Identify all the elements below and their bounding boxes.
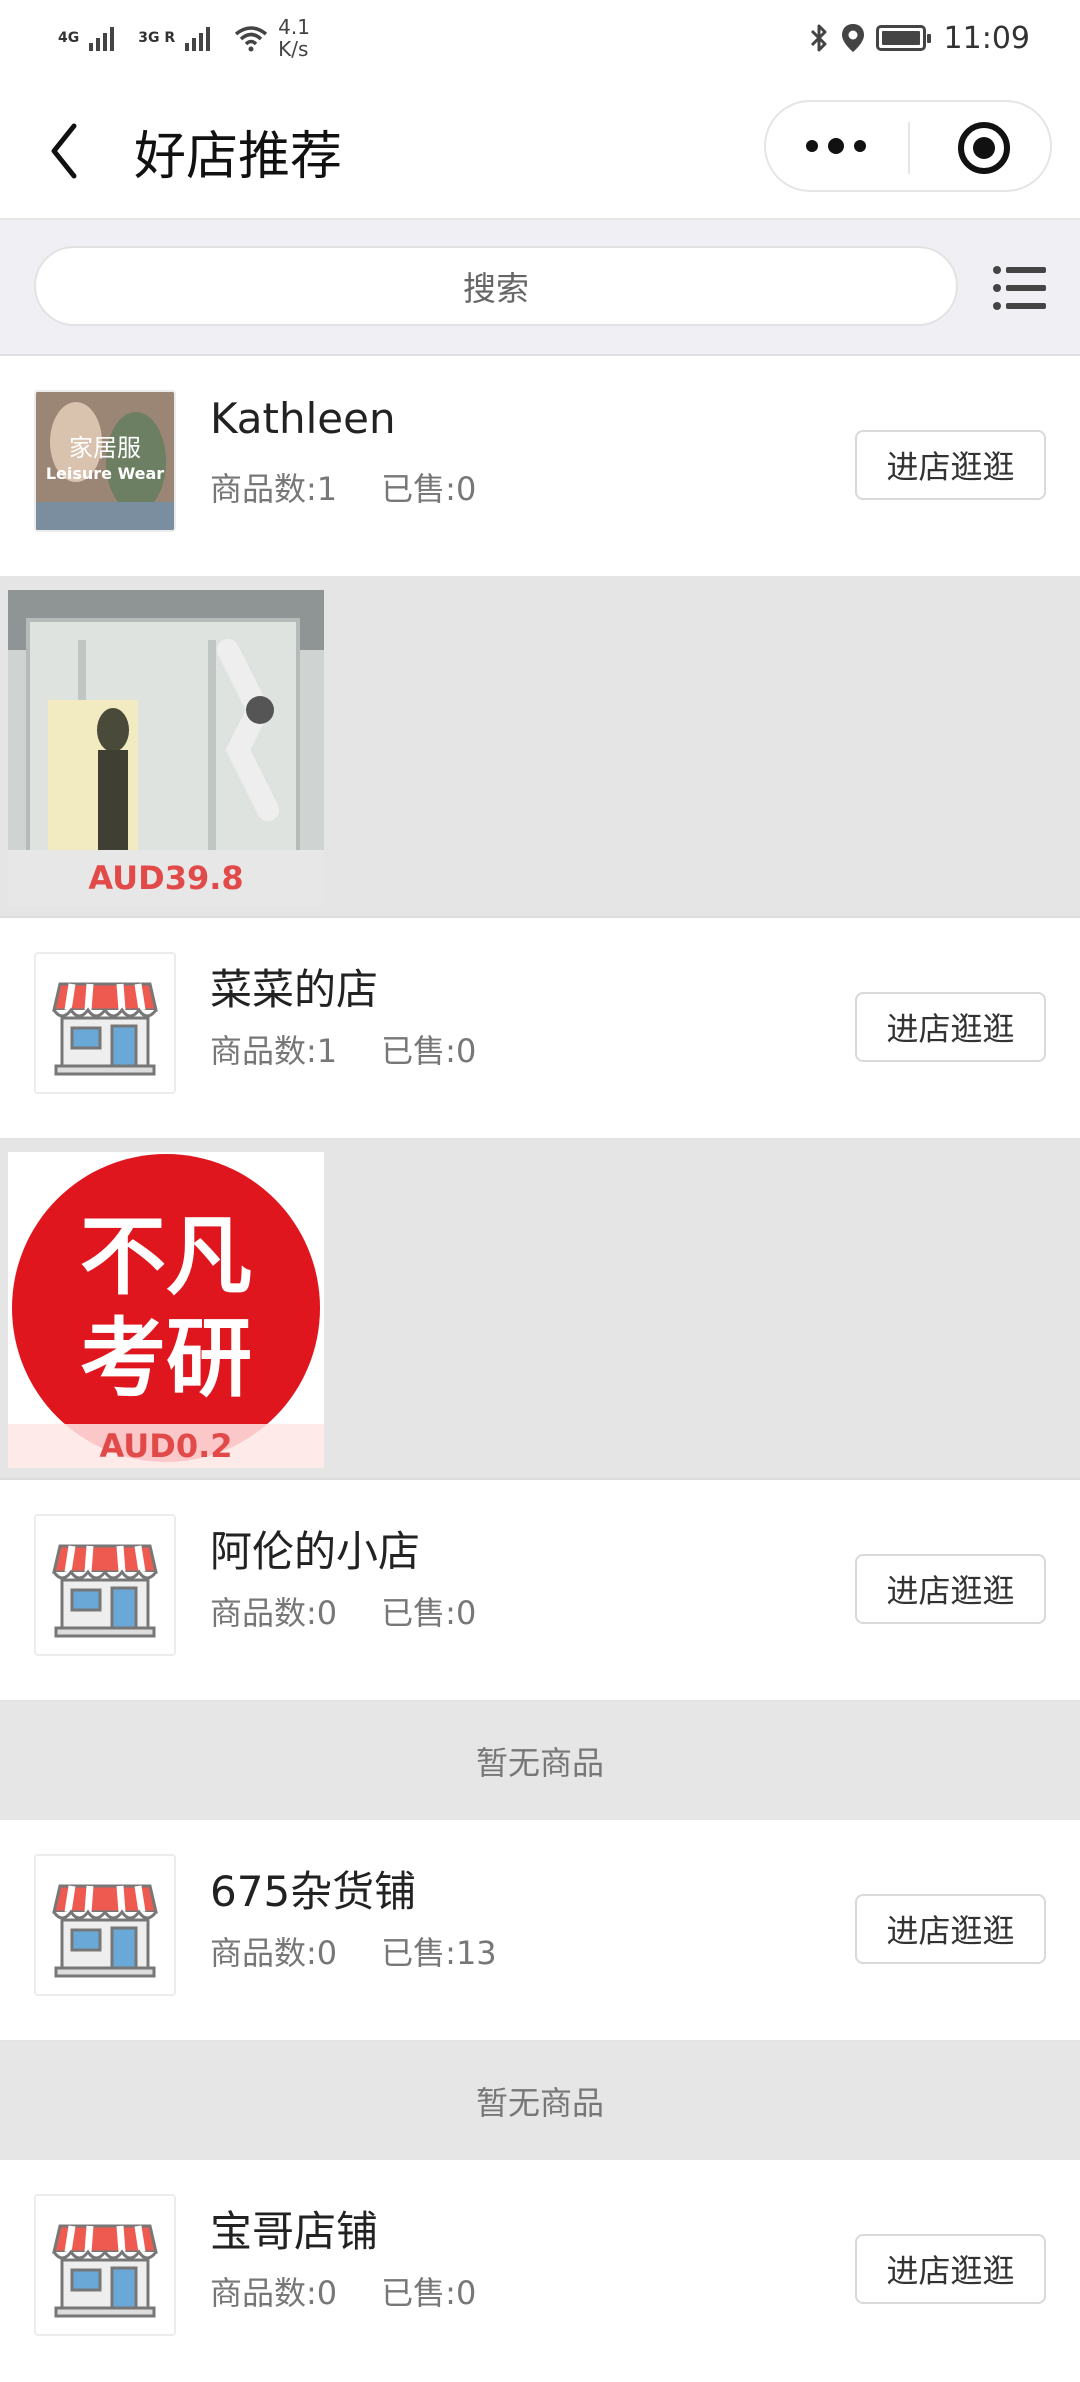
shop-stats: 商品数:1 已售:0 [210,464,476,510]
shop-name: 宝哥店铺 [210,2207,379,2256]
nav-bar: 好店推荐 [0,76,1080,220]
product-count: 商品数:1 [210,1032,338,1070]
signal-icon [89,25,115,51]
search-input[interactable]: 搜索 [34,246,958,326]
shop-row[interactable]: 菜菜的店 商品数:1 已售:0 进店逛逛 [0,918,1080,1140]
sold-count: 已售:0 [381,2274,477,2312]
product-card[interactable]: AUD39.8 [8,590,324,906]
product-count: 商品数:0 [210,1934,338,1972]
sold-count: 已售:0 [381,470,477,508]
sold-count: 已售:13 [381,1934,497,1972]
capsule-divider [908,122,910,174]
network-type-label-2: 3G R [138,30,176,46]
empty-products-notice: 暂无商品 [0,2042,1080,2160]
poster-line2: 考研 [80,1309,252,1409]
enter-shop-button[interactable]: 进店逛逛 [855,992,1046,1062]
poster-line1: 不凡 [80,1207,252,1307]
storefront-icon [34,1854,176,1996]
logo-title: 家居服 [69,434,141,462]
enter-shop-button[interactable]: 进店逛逛 [855,430,1046,500]
net-speed-value: 4.1 [278,15,310,39]
enter-shop-button[interactable]: 进店逛逛 [855,1894,1046,1964]
list-menu-icon[interactable] [992,264,1048,312]
shop-name: Kathleen [210,394,396,443]
more-dots-icon[interactable] [806,134,866,158]
back-arrow-icon[interactable] [40,116,100,186]
product-count: 商品数:0 [210,1594,338,1632]
battery-icon [875,25,931,51]
shop-row[interactable]: 675杂货铺 商品数:0 已售:13 进店逛逛 [0,1820,1080,2042]
product-price: AUD0.2 [8,1424,324,1468]
product-count: 商品数:1 [210,470,338,508]
target-icon[interactable] [958,122,1010,174]
page-title: 好店推荐 [134,127,343,187]
enter-shop-button[interactable]: 进店逛逛 [855,1554,1046,1624]
network-type-label: 4G [58,30,80,46]
product-count: 商品数:0 [210,2274,338,2312]
shop-name: 菜菜的店 [210,965,379,1014]
shop-row[interactable]: 家居服 Leisure Wear Kathleen 商品数:1 已售:0 进店逛逛 [0,356,1080,578]
enter-shop-button[interactable]: 进店逛逛 [855,2234,1046,2304]
empty-products-notice: 暂无商品 [0,1702,1080,1820]
shop-stats: 商品数:0 已售:13 [210,1928,497,1974]
product-card[interactable]: 不凡 考研 AUD0.2 [8,1152,324,1468]
poster-image: 不凡 考研 [8,1152,324,1468]
mini-program-capsule [764,100,1052,192]
product-strip: AUD39.8 [0,578,1080,918]
sold-count: 已售:0 [381,1032,477,1070]
sold-count: 已售:0 [381,1594,477,1632]
storefront-icon [34,952,176,1094]
shop-row[interactable]: 宝哥店铺 商品数:0 已售:0 进店逛逛 [0,2160,1080,2382]
storefront-icon [34,1514,176,1656]
net-speed-unit: K/s [278,37,309,61]
search-area: 搜索 [0,220,1080,356]
shop-stats: 商品数:0 已售:0 [210,2268,476,2314]
shop-name: 阿伦的小店 [210,1527,421,1576]
shop-name: 675杂货铺 [210,1867,417,1916]
shop-row[interactable]: 阿伦的小店 商品数:0 已售:0 进店逛逛 [0,1480,1080,1702]
signal-icon [185,25,211,51]
product-strip: 不凡 考研 AUD0.2 [0,1140,1080,1480]
bluetooth-icon [810,24,827,52]
logo-subtitle: Leisure Wear [45,464,165,483]
status-bar: 4G 3G R 4.1 K/s 11:09 [0,0,1080,76]
shop-logo: 家居服 Leisure Wear [34,390,176,532]
wifi-icon [235,26,268,52]
net-speed: 4.1 K/s [278,16,310,60]
storefront-icon [34,2194,176,2336]
shop-stats: 商品数:0 已售:0 [210,1588,476,1634]
product-price: AUD39.8 [8,850,324,906]
clock: 11:09 [943,20,1030,56]
location-icon [841,24,864,52]
shop-stats: 商品数:1 已售:0 [210,1026,476,1072]
